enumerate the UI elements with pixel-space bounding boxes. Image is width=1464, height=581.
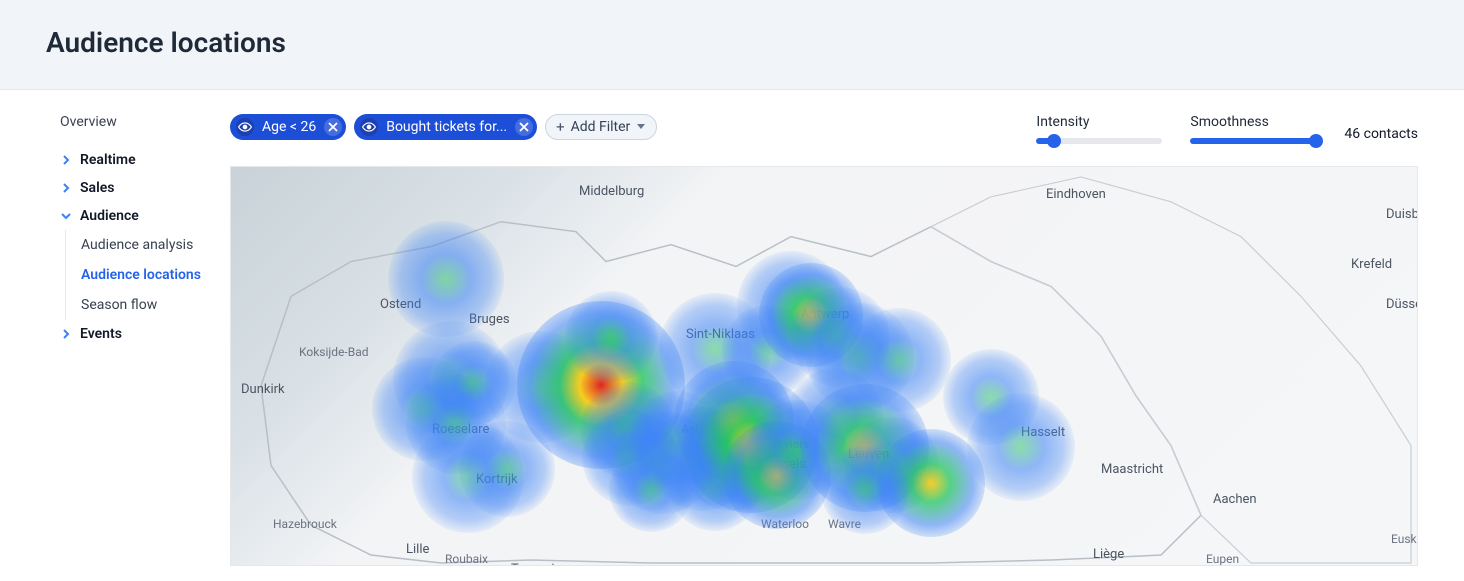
add-filter-button[interactable]: + Add Filter	[545, 114, 657, 140]
sidebar-item-realtime[interactable]: Realtime	[60, 146, 222, 174]
toolbar: Age < 26 Bought tickets for... +	[230, 114, 1418, 148]
sidebar-item-label: Sales	[80, 180, 114, 196]
main-content: Age < 26 Bought tickets for... +	[230, 114, 1464, 566]
sidebar-item-audience[interactable]: Audience	[60, 202, 222, 230]
map-city-label: Lille	[406, 542, 429, 557]
map-city-label: Hasselt	[1021, 425, 1065, 440]
page-title: Audience locations	[46, 26, 1418, 59]
contacts-count: 46 contacts	[1344, 120, 1418, 142]
filter-chip-age[interactable]: Age < 26	[230, 114, 346, 140]
map-city-label: Middelburg	[579, 184, 644, 199]
map-city-label: Eupen	[1206, 552, 1239, 566]
map-city-label: Eusk	[1391, 532, 1417, 546]
map-city-label: Koksijde-Bad	[299, 345, 369, 359]
map-city-label: Duisb	[1386, 207, 1418, 222]
map-city-label: Tournai	[511, 562, 555, 566]
map-city-label: Maastricht	[1101, 462, 1163, 477]
caret-down-icon	[636, 119, 646, 135]
map-city-label: Kortrijk	[476, 472, 518, 487]
remove-filter-icon[interactable]	[324, 118, 342, 136]
chevron-right-icon	[60, 328, 72, 340]
eye-icon[interactable]	[236, 118, 254, 136]
add-filter-label: Add Filter	[571, 119, 631, 135]
filter-chip-label: Age < 26	[260, 119, 318, 135]
intensity-control: Intensity	[1036, 114, 1162, 148]
intensity-label: Intensity	[1036, 114, 1162, 130]
smoothness-control: Smoothness	[1190, 114, 1316, 148]
filter-bar: Age < 26 Bought tickets for... +	[230, 114, 657, 140]
sidebar-heading: Overview	[60, 114, 222, 130]
map-city-label: Roubaix	[445, 552, 488, 566]
map-city-label: Roeselare	[432, 422, 489, 437]
map-city-label: Krefeld	[1351, 257, 1392, 272]
map-city-label: Wavre	[828, 517, 861, 531]
page-header: Audience locations	[0, 0, 1464, 90]
intensity-slider[interactable]	[1036, 134, 1162, 148]
filter-chip-bought-tickets[interactable]: Bought tickets for...	[354, 114, 537, 140]
eye-icon[interactable]	[360, 118, 378, 136]
heatmap-controls: Intensity Smoothness 46 contacts	[1036, 114, 1418, 148]
sidebar-item-label: Realtime	[80, 152, 136, 168]
sidebar: Overview Realtime Sales Audience Audienc…	[0, 114, 230, 566]
map-city-label: Liège	[1093, 547, 1124, 562]
subnav-item-season-flow[interactable]: Season flow	[81, 290, 222, 320]
map-city-label: Bruges	[469, 312, 510, 327]
sidebar-subnav-audience: Audience analysis Audience locations Sea…	[65, 230, 222, 320]
subnav-item-audience-locations[interactable]: Audience locations	[81, 260, 222, 290]
map-city-label: Dunkirk	[241, 382, 285, 397]
chevron-down-icon	[60, 210, 72, 222]
map-city-label: Leuven	[848, 447, 889, 462]
remove-filter-icon[interactable]	[515, 118, 533, 136]
chevron-right-icon	[60, 154, 72, 166]
map-city-label: Eindhoven	[1046, 187, 1106, 202]
map-city-label: Verviers	[766, 437, 809, 451]
sidebar-item-events[interactable]: Events	[60, 320, 222, 348]
plus-icon: +	[556, 120, 565, 135]
map-city-label: Antwerp	[801, 307, 849, 322]
heatmap-map[interactable]: Middelburg Ostend Bruges Koksijde-Bad Dunkir…	[230, 166, 1418, 566]
map-city-label: Sint-Niklaas	[686, 327, 755, 342]
map-city-label: Düsse	[1386, 297, 1418, 312]
map-city-label: Aachen	[1213, 492, 1257, 507]
map-city-label: Brussels	[756, 457, 806, 472]
map-city-label: Aalst	[681, 422, 708, 436]
chevron-right-icon	[60, 182, 72, 194]
sidebar-item-sales[interactable]: Sales	[60, 174, 222, 202]
smoothness-slider[interactable]	[1190, 134, 1316, 148]
sidebar-item-label: Events	[80, 326, 122, 342]
map-city-label: Ostend	[380, 297, 421, 312]
map-city-label: Hazebrouck	[273, 517, 337, 531]
filter-chip-label: Bought tickets for...	[384, 119, 509, 135]
sidebar-item-label: Audience	[80, 208, 139, 224]
smoothness-label: Smoothness	[1190, 114, 1316, 130]
subnav-item-audience-analysis[interactable]: Audience analysis	[81, 230, 222, 260]
map-city-label: Waterloo	[761, 517, 809, 531]
